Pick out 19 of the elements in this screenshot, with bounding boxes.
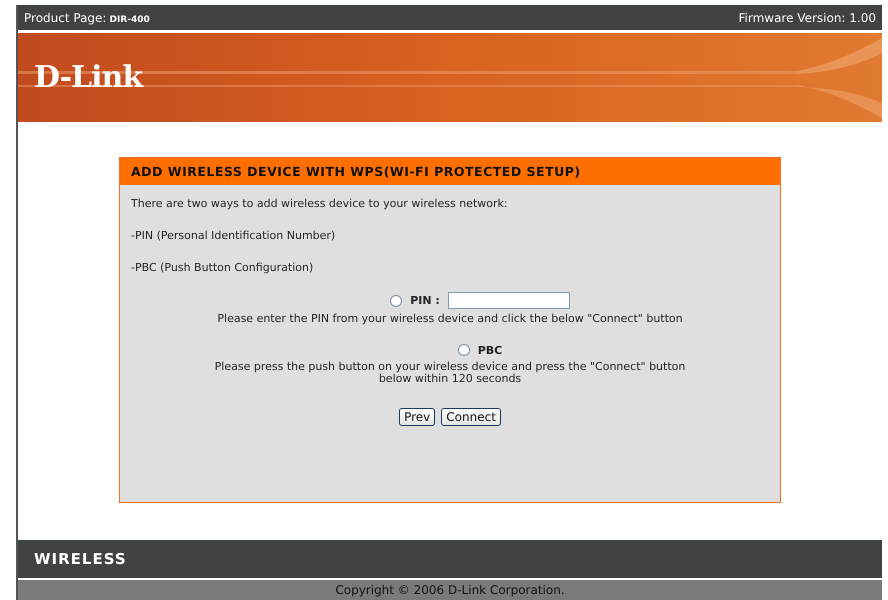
footer-brand: WIRELESS	[34, 550, 127, 568]
copyright-text: Copyright © 2006 D-Link Corporation.	[18, 580, 882, 600]
intro-text: -PIN (Personal Identification Number)	[131, 229, 336, 242]
radio-button[interactable]	[390, 294, 402, 306]
intro-text: -PBC (Push Button Configuration)	[131, 261, 314, 274]
radio-button[interactable]	[458, 344, 470, 356]
panel-title: ADD WIRELESS DEVICE WITH WPS(WI-FI PROTECTED SETUP)	[120, 158, 780, 185]
help-text: Please press the push button on your wireless device and press the "Connect" button	[214, 360, 686, 374]
intro-text: There are two ways to add wireless device to your wireless network:	[131, 197, 509, 210]
logo: D-Link	[34, 60, 142, 95]
help-text: Please enter the PIN from your wireless device and click the below "Connect" button	[217, 313, 683, 326]
action-button[interactable]: Prev	[399, 408, 436, 426]
product-page-label: Product Page: DIR-400	[24, 10, 150, 24]
firmware-version: Firmware Version: 1.00	[738, 10, 876, 24]
option-label: PIN :	[410, 294, 440, 307]
action-button[interactable]: Connect	[441, 408, 501, 426]
option-label: PBC	[478, 344, 502, 357]
help-text: below within 120 seconds	[378, 373, 522, 386]
pin-input-field[interactable]	[448, 292, 570, 309]
